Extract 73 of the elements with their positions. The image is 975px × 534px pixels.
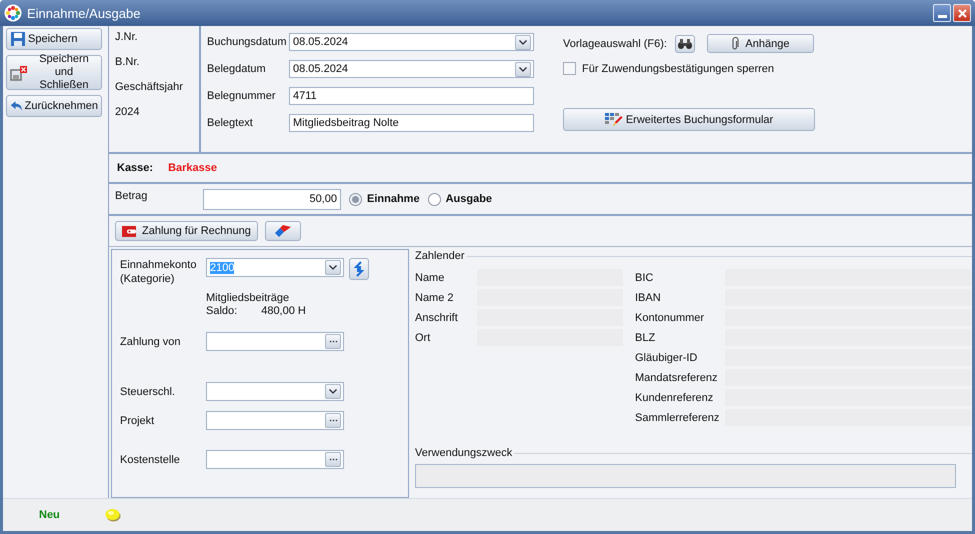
balance-label: Saldo: [206,305,238,318]
lookup-field[interactable] [206,332,344,351]
template-label: Vorlageauswahl (F6): [563,38,667,50]
field-label: Buchungsdatum [207,36,288,48]
field-label: Name 2 [415,292,455,304]
group-title: Verwendungszweck [415,447,512,459]
ellipsis-icon [325,413,341,428]
type-radio[interactable]: Ausgabe [428,192,492,206]
info-label: 2024 [115,105,140,120]
field-label: Name [415,272,446,284]
field-label: Belegtext [207,117,254,129]
minimize-button[interactable] [933,4,951,22]
field-label: Belegnummer [207,90,276,102]
field-label: Gläubiger-ID [635,352,698,364]
binoculars-icon [676,38,693,50]
extended-form-button[interactable]: Erweitertes Buchungsformular [563,108,815,131]
account-name: Mitgliedsbeiträge [206,292,290,305]
close-button[interactable] [953,4,971,22]
amount-label: Betrag [115,189,148,202]
field-label: IBAN [635,292,662,304]
lock-checkbox[interactable]: Für Zuwendungsbestätigungen sperren [563,62,815,75]
swap-button[interactable] [349,258,369,280]
field-label: Steuerschl. [120,386,176,398]
amount-field[interactable]: 50,00 [203,188,341,210]
field-label: Kundenreferenz [635,392,714,404]
status-text: Neu [39,509,60,521]
eraser-button[interactable] [264,221,301,241]
toolbar-button[interactable]: Zurücknehmen [6,95,102,117]
disk-close-icon [10,64,28,80]
category-label: Einnahmekonto (Kategorie) [120,258,198,286]
cash-label: Kasse: [117,162,154,174]
field-label: Mandatsreferenz [635,372,719,384]
toolbar-button[interactable]: Speichern [6,28,102,50]
search-template-button[interactable] [674,34,695,52]
ellipsis-icon [325,452,341,467]
lookup-field[interactable] [206,450,344,469]
attachments-button[interactable]: Anhänge [706,34,814,53]
field-label: BIC [635,272,654,284]
lookup-field[interactable] [206,411,344,430]
balance-value: 480,00 H [261,305,306,318]
eraser-icon [274,225,292,237]
field-label: Belegdatum [207,63,267,75]
input-field[interactable]: Mitgliedsbeitrag Nolte [289,114,534,132]
undo-arrow-icon [10,99,23,113]
dropdown-field[interactable] [206,382,344,401]
date-dropdown[interactable]: 08.05.2024 [289,60,534,78]
grid-pencil-icon [604,112,623,126]
minimize-icon [938,15,946,18]
invoice-payment-button[interactable]: Zahlung für Rechnung [115,221,258,241]
group-title: Zahlender [415,250,465,262]
input-field[interactable]: 4711 [289,87,534,105]
type-radio[interactable]: Einnahme [349,192,420,206]
field-label: Kontonummer [635,312,706,324]
field-label: Ort [415,332,432,344]
close-icon [958,8,966,18]
field-label: Projekt [120,414,156,426]
field-label: Sammlerreferenz [635,412,720,424]
info-label: Geschäftsjahr [115,80,184,95]
paperclip-icon [731,36,740,50]
field-label: Kostenstelle [120,454,181,466]
lamp-icon [104,508,121,522]
info-label: J.Nr. [115,30,139,45]
field-label: Anschrift [415,312,459,324]
ellipsis-icon [325,334,341,349]
window-title: Einnahme/Ausgabe [27,6,140,20]
field-label: BLZ [635,332,656,344]
wallet-icon [122,226,136,236]
cash-register-name: Barkasse [168,162,218,174]
flower-icon [4,4,22,22]
field-label: Zahlung von [120,336,182,348]
date-dropdown[interactable]: 08.05.2024 [289,33,534,51]
toolbar-button[interactable]: Speichern und Schließen [6,55,102,90]
info-label: B.Nr. [115,55,140,70]
